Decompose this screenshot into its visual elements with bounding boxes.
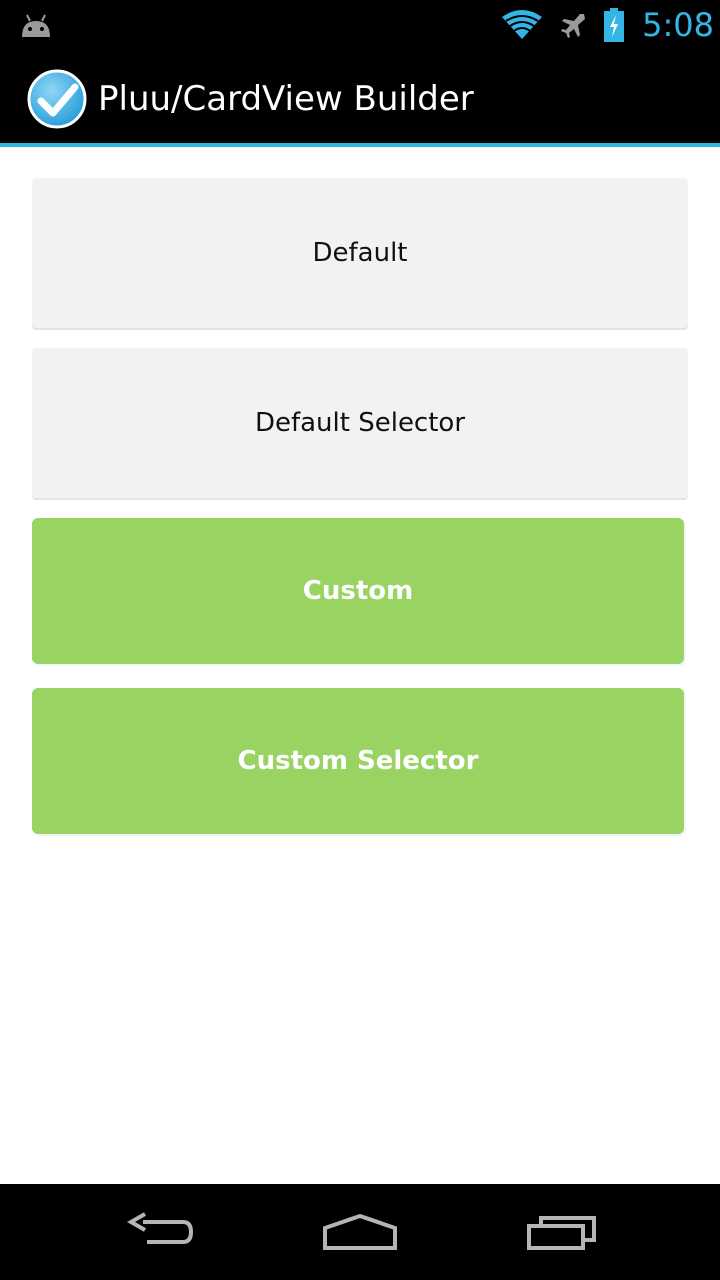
home-icon [323, 1213, 397, 1250]
battery-charging-icon [604, 8, 624, 42]
card-default[interactable]: Default [32, 178, 688, 328]
wifi-icon [502, 10, 542, 39]
action-bar: Pluu/CardView Builder [0, 50, 720, 147]
checkmark-icon[interactable] [27, 69, 87, 129]
recents-icon [527, 1216, 596, 1250]
card-default-selector[interactable]: Default Selector [32, 348, 688, 498]
app-title: Pluu/CardView Builder [98, 79, 474, 119]
card-list: Default Default Selector Custom Custom S… [0, 147, 720, 1184]
android-icon [22, 14, 50, 37]
recents-button[interactable] [512, 1202, 612, 1262]
clock: 5:08 [642, 6, 714, 44]
back-icon [126, 1212, 194, 1244]
card-label: Custom Selector [237, 746, 479, 776]
card-custom-selector[interactable]: Custom Selector [32, 688, 684, 834]
status-bar: 5:08 [0, 0, 720, 50]
card-label: Default Selector [254, 408, 466, 438]
screen: 5:08 Pluu/CardView Builder Default Defau… [0, 0, 720, 1280]
card-label: Custom [302, 576, 414, 606]
home-button[interactable] [310, 1202, 410, 1262]
card-custom[interactable]: Custom [32, 518, 684, 664]
navigation-bar [0, 1184, 720, 1280]
back-button[interactable] [110, 1202, 210, 1262]
card-label: Default [312, 238, 408, 268]
airplane-icon [561, 14, 585, 38]
